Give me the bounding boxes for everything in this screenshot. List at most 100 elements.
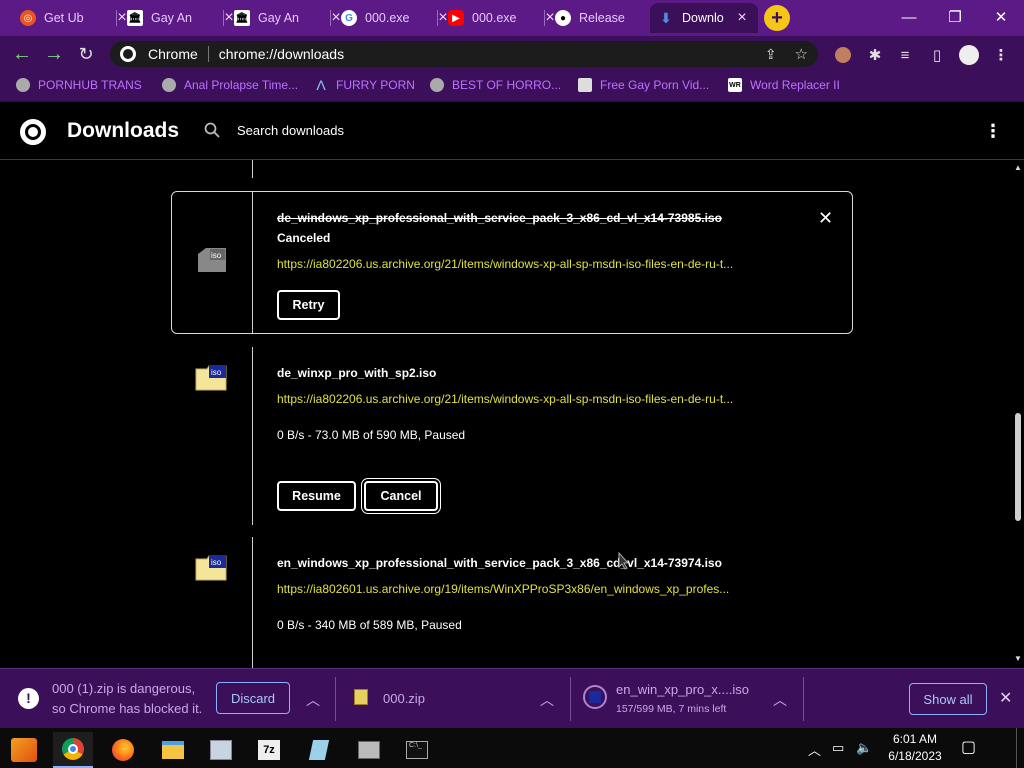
downloads-list: iso de_windows_xp_professional_with_serv… <box>0 160 1024 668</box>
chrome-menu-icon[interactable]: ⋮ <box>990 44 1012 66</box>
download-progress-ring-icon <box>583 685 607 709</box>
omnibox-divider <box>207 46 209 62</box>
retry-button[interactable]: Retry <box>277 290 340 320</box>
download-url[interactable]: https://ia802206.us.archive.org/21/items… <box>277 392 733 406</box>
tab-downloads[interactable]: ⬇ Downlo × <box>650 3 758 33</box>
shelf-divider <box>803 677 804 721</box>
reload-button[interactable]: ↻ <box>74 42 98 66</box>
show-all-button[interactable]: Show all <box>909 683 987 715</box>
omnibox[interactable]: Chrome chrome://downloads ⇪ ☆ <box>110 41 818 67</box>
cancel-button[interactable]: Cancel <box>364 481 438 511</box>
tab-separator <box>223 10 224 26</box>
tab-title: Downlo <box>682 11 724 25</box>
tab-separator <box>116 10 117 26</box>
bookmark-item[interactable]: Free Gay Porn Vid... <box>578 78 709 92</box>
file-explorer-icon[interactable] <box>153 732 193 768</box>
share-icon[interactable]: ⇪ <box>765 46 777 63</box>
setup-icon[interactable] <box>349 732 389 768</box>
bookmarks-bar: PORNHUB TRANS Anal Prolapse Time... Λ FUR… <box>0 72 1024 102</box>
minimize-button[interactable]: — <box>886 4 932 30</box>
tab-strip: ◎ Get Ub × 🏛 Gay An × 🏛 Gay An × G 000.e… <box>0 0 1024 36</box>
globe-icon <box>162 78 176 92</box>
tray-overflow-chevron-icon[interactable]: ︿ <box>808 740 821 759</box>
iso-file-icon: iso <box>198 248 226 272</box>
wr-icon: WR <box>728 78 742 92</box>
chevron-up-icon[interactable]: ︿ <box>540 690 554 708</box>
back-button[interactable]: ← <box>10 42 34 66</box>
scroll-up-icon[interactable]: ▲ <box>1014 163 1022 172</box>
iso-file-icon: iso <box>195 555 227 581</box>
globe-icon <box>16 78 30 92</box>
shelf-divider <box>335 677 336 721</box>
timeline-line <box>252 347 253 525</box>
show-desktop-button[interactable] <box>1016 728 1017 768</box>
scrollbar-thumb[interactable] <box>1015 413 1021 521</box>
shelf-item-status: 157/599 MB, 7 mins left <box>616 703 727 715</box>
close-window-button[interactable]: ✕ <box>978 4 1024 30</box>
bookmark-item[interactable]: WR Word Replacer II <box>728 78 840 92</box>
download-filename[interactable]: de_winxp_pro_with_sp2.iso <box>277 366 436 380</box>
resume-button[interactable]: Resume <box>277 481 356 511</box>
chevron-up-icon[interactable]: ︿ <box>773 690 787 708</box>
start-icon[interactable] <box>4 732 44 768</box>
extensions-puzzle-icon[interactable]: ✱ <box>864 44 886 66</box>
taskbar-clock[interactable]: 6:01 AM 6/18/2023 <box>880 731 950 765</box>
notifications-icon[interactable]: ▢ <box>961 737 976 757</box>
cmd-icon[interactable]: C:\_ <box>397 732 437 768</box>
side-panel-icon[interactable]: ▯ <box>926 44 948 66</box>
search-icon[interactable] <box>204 122 220 138</box>
url-text: chrome://downloads <box>218 46 345 62</box>
system-icon[interactable] <box>201 732 241 768</box>
svg-text:iso: iso <box>211 251 222 260</box>
download-url[interactable]: https://ia802206.us.archive.org/21/items… <box>277 257 733 271</box>
bookmark-item[interactable]: BEST OF HORRO... <box>430 78 561 92</box>
timeline-line <box>252 160 253 178</box>
bookmark-item[interactable]: Λ FURRY PORN <box>314 77 415 93</box>
download-icon: ⬇ <box>660 9 672 26</box>
more-actions-icon[interactable]: ⋮ <box>984 120 1002 142</box>
tab-title: 000.exe <box>365 11 410 25</box>
download-progress-status: 0 B/s - 73.0 MB of 590 MB, Paused <box>277 428 466 442</box>
profile-extension-icon[interactable] <box>832 44 854 66</box>
bookmark-label: BEST OF HORRO... <box>452 78 562 92</box>
discard-button[interactable]: Discard <box>216 682 290 714</box>
chevron-up-icon[interactable]: ︿ <box>306 690 320 708</box>
bookmark-item[interactable]: PORNHUB TRANS <box>16 78 142 92</box>
download-url[interactable]: https://ia802601.us.archive.org/19/items… <box>277 582 729 596</box>
clock-date: 6/18/2023 <box>888 749 942 763</box>
close-tab-icon[interactable]: × <box>734 9 750 27</box>
forward-button[interactable]: → <box>42 42 66 66</box>
tab-title: Gay An <box>258 11 299 25</box>
chrome-taskbar-icon[interactable] <box>53 732 93 768</box>
chrome-logo-icon <box>20 119 46 145</box>
maximize-button[interactable]: ❐ <box>932 4 978 30</box>
close-shelf-icon[interactable]: ✕ <box>999 688 1012 708</box>
firefox-icon[interactable] <box>103 732 143 768</box>
tab-separator <box>544 10 545 26</box>
media-queue-icon[interactable]: ≡ <box>894 44 916 66</box>
page-scrollbar[interactable]: ▲ ▼ <box>1012 160 1024 668</box>
profile-avatar-icon[interactable] <box>958 44 980 66</box>
zip-file-icon <box>354 689 368 705</box>
bookmark-label: Word Replacer II <box>750 78 840 92</box>
google-icon: G <box>341 10 357 26</box>
scroll-down-icon[interactable]: ▼ <box>1014 654 1022 663</box>
robot-icon <box>578 78 592 92</box>
toolbar: ← → ↻ Chrome chrome://downloads ⇪ ☆ ✱ ≡ … <box>0 36 1024 72</box>
network-icon[interactable]: ▭ <box>832 740 844 756</box>
bookmark-label: Anal Prolapse Time... <box>184 78 299 92</box>
archive-icon: 🏛 <box>234 10 250 26</box>
bookmark-item[interactable]: Anal Prolapse Time... <box>162 78 298 92</box>
download-filename[interactable]: en_windows_xp_professional_with_service_… <box>277 556 722 570</box>
volume-icon[interactable]: 🔈 <box>856 740 872 756</box>
new-tab-button[interactable]: + <box>764 5 790 31</box>
search-downloads-input[interactable]: Search downloads <box>237 123 344 138</box>
shelf-item-name[interactable]: en_win_xp_pro_x....iso <box>616 682 749 697</box>
remove-from-list-icon[interactable]: ✕ <box>818 208 833 229</box>
download-filename[interactable]: de_windows_xp_professional_with_service_… <box>277 211 722 225</box>
bookmark-star-icon[interactable]: ☆ <box>795 45 808 63</box>
7zip-icon[interactable]: 7z <box>249 732 289 768</box>
notepad-icon[interactable] <box>299 732 339 768</box>
shelf-item-name[interactable]: 000.zip <box>383 691 425 706</box>
download-status: Canceled <box>277 231 331 245</box>
